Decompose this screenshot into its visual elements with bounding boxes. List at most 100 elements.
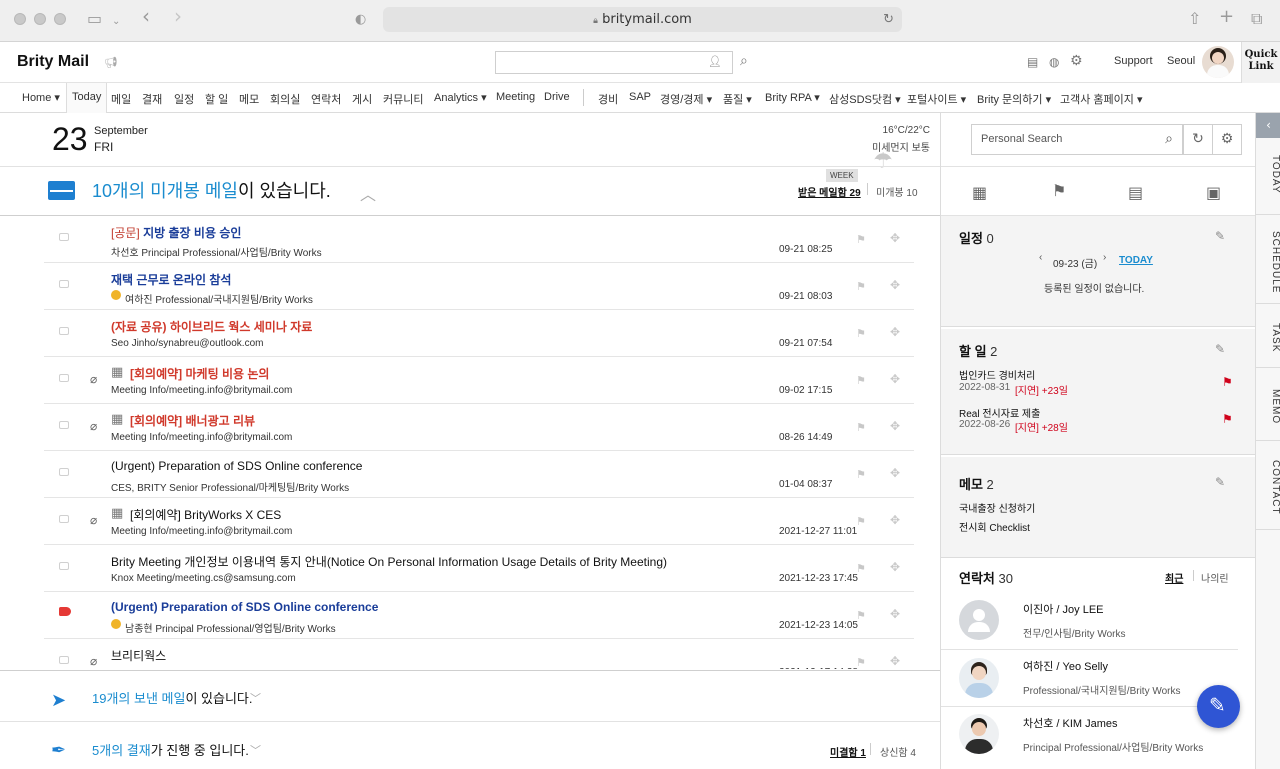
- mail-row[interactable]: ⌀ ▦ [회의예약] 마케팅 비용 논의 Meeting Info/meeting.i…: [44, 357, 914, 404]
- flag-icon[interactable]: ⚑: [1222, 412, 1233, 426]
- nav-economy[interactable]: 경영/경제 ▾: [660, 91, 712, 107]
- share-icon[interactable]: ⇧: [1188, 11, 1201, 27]
- mail-subject[interactable]: 브리티웍스: [111, 647, 166, 664]
- contact-avatar[interactable]: [959, 658, 999, 698]
- shield-icon[interactable]: ◐: [355, 12, 366, 28]
- contact-avatar[interactable]: [959, 600, 999, 640]
- contact-name[interactable]: 차선호 / KIM James: [1023, 715, 1118, 731]
- nav-approval[interactable]: 결재: [142, 91, 162, 107]
- contacts-recent-tab[interactable]: 최근: [1165, 570, 1183, 585]
- pin-icon[interactable]: ✥: [890, 560, 900, 574]
- calendar-icon[interactable]: ▦: [972, 183, 987, 202]
- today-link[interactable]: TODAY: [1119, 255, 1153, 266]
- side-tab-today[interactable]: TODAY: [1256, 155, 1280, 194]
- layout-icon[interactable]: ▤: [1027, 55, 1038, 69]
- flag-icon[interactable]: ⚑: [856, 609, 866, 622]
- mail-row[interactable]: Brity Meeting 개인정보 이용내역 통지 안내(Notice On …: [44, 545, 914, 592]
- address-book-icon[interactable]: ▣: [1206, 183, 1221, 202]
- mail-subject[interactable]: Brity Meeting 개인정보 이용내역 통지 안내(Notice On …: [111, 553, 667, 570]
- zoom-window-button[interactable]: [54, 13, 66, 25]
- mail-sender[interactable]: CES, BRITY Senior Professional/마케팅팀/Brit…: [111, 479, 349, 494]
- side-tab-memo[interactable]: MEMO: [1256, 389, 1280, 424]
- mail-sender[interactable]: Meeting Info/meeting.info@britymail.com: [111, 432, 292, 443]
- sidebar-toggle-icon[interactable]: ▭: [87, 11, 102, 27]
- new-tab-icon[interactable]: +: [1219, 8, 1234, 26]
- megaphone-icon[interactable]: 📢︎: [104, 56, 118, 69]
- mail-checkbox[interactable]: [59, 421, 69, 429]
- mail-subject[interactable]: [회의예약] BrityWorks X CES: [130, 506, 281, 523]
- expand-chevron-icon[interactable]: ﹀: [250, 742, 261, 758]
- nav-analytics[interactable]: Analytics ▾: [434, 91, 487, 104]
- address-bar[interactable]: 🔒︎ britymail.com ↻: [383, 7, 902, 32]
- globe-icon[interactable]: ◍: [1049, 55, 1059, 69]
- mail-row[interactable]: (Urgent) Preparation of SDS Online confe…: [44, 451, 914, 498]
- collapse-chevron-icon[interactable]: ︿: [360, 181, 376, 205]
- mail-row[interactable]: 재택 근무로 온라인 참석 여하진 Professional/국내지원팀/Brit…: [44, 263, 914, 310]
- gear-icon[interactable]: ⚙: [1070, 53, 1083, 69]
- nav-sap[interactable]: SAP: [629, 91, 651, 103]
- flag-icon[interactable]: ⚑: [856, 468, 866, 481]
- nav-today[interactable]: Today: [66, 83, 108, 113]
- close-window-button[interactable]: [14, 13, 26, 25]
- nav-home[interactable]: Home ▾: [22, 91, 60, 104]
- mail-row[interactable]: (자료 공유) 하이브리드 웍스 세미나 자료 Seo Jinho/synabre…: [44, 310, 914, 357]
- pin-icon[interactable]: ✥: [890, 278, 900, 292]
- pin-icon[interactable]: ✥: [890, 654, 900, 668]
- edit-icon[interactable]: ✎: [1215, 342, 1225, 356]
- mail-checkbox[interactable]: [59, 468, 69, 476]
- mail-subject[interactable]: [회의예약] 배너광고 리뷰: [130, 412, 255, 429]
- support-link[interactable]: Support: [1114, 55, 1153, 67]
- memo-icon[interactable]: ▤: [1128, 183, 1143, 202]
- flag-icon[interactable]: ⚑: [856, 280, 866, 293]
- mail-sender[interactable]: 차선호 Principal Professional/사업팀/Brity Wor…: [111, 244, 322, 259]
- mail-subject[interactable]: (Urgent) Preparation of SDS Online confe…: [111, 459, 362, 473]
- nav-meeting-room[interactable]: 회의실: [270, 91, 300, 107]
- personal-search-input[interactable]: Personal Search ⌕: [971, 124, 1183, 155]
- person-icon[interactable]: 👤︎: [708, 55, 722, 68]
- mail-row[interactable]: ⌀ ▦ [회의예약] 배너광고 리뷰 Meeting Info/meeting.inf…: [44, 404, 914, 451]
- contact-avatar[interactable]: [959, 714, 999, 754]
- search-icon[interactable]: ⌕: [740, 53, 748, 69]
- pin-icon[interactable]: ✥: [890, 372, 900, 386]
- pin-icon[interactable]: ✥: [890, 231, 900, 245]
- minimize-window-button[interactable]: [34, 13, 46, 25]
- nav-schedule[interactable]: 일정: [174, 91, 194, 107]
- contact-name[interactable]: 이진아 / Joy LEE: [1023, 601, 1104, 617]
- week-badge[interactable]: WEEK: [826, 169, 858, 182]
- mail-checkbox[interactable]: [59, 233, 69, 241]
- flag-icon[interactable]: ⚑: [1222, 375, 1233, 389]
- nav-portal[interactable]: 포털사이트 ▾: [907, 91, 966, 107]
- refresh-button[interactable]: ↻: [1183, 124, 1213, 155]
- flag-icon[interactable]: ⚑: [856, 374, 866, 387]
- nav-quality[interactable]: 품질 ▾: [723, 91, 752, 107]
- mail-row[interactable]: [공문] 지방 출장 비용 승인 차선호 Principal Profession…: [44, 216, 914, 263]
- nav-brity-rpa[interactable]: Brity RPA ▾: [765, 91, 820, 104]
- nav-brity-inquiry[interactable]: Brity 문의하기 ▾: [977, 91, 1051, 107]
- mail-subject[interactable]: [회의예약] 마케팅 비용 논의: [130, 365, 269, 382]
- mail-checkbox[interactable]: [59, 515, 69, 523]
- global-search-input[interactable]: 👤︎: [495, 51, 733, 74]
- mail-row[interactable]: ⌀ ▦ [회의예약] BrityWorks X CES Meeting Info/me…: [44, 498, 914, 545]
- mail-checkbox[interactable]: [59, 327, 69, 335]
- mail-sender[interactable]: Meeting Info/meeting.info@britymail.com: [111, 526, 292, 537]
- collapse-panel-icon[interactable]: ‹: [1256, 113, 1280, 138]
- nav-samsung-sds[interactable]: 삼성SDS닷컴 ▾: [829, 91, 901, 107]
- nav-memo[interactable]: 메모: [239, 91, 259, 107]
- submitted-approval-link[interactable]: 상신함 4: [880, 744, 916, 759]
- settings-button[interactable]: ⚙: [1212, 124, 1242, 155]
- nav-expense[interactable]: 경비: [598, 91, 618, 107]
- back-icon[interactable]: ‹: [142, 6, 150, 26]
- edit-icon[interactable]: ✎: [1215, 229, 1225, 243]
- edit-icon[interactable]: ✎: [1215, 475, 1225, 489]
- pin-icon[interactable]: ✥: [890, 513, 900, 527]
- tag-icon[interactable]: [59, 607, 71, 616]
- mail-sender[interactable]: Knox Meeting/meeting.cs@samsung.com: [111, 573, 296, 584]
- mail-checkbox[interactable]: [59, 374, 69, 382]
- todo-item-name[interactable]: 법인카드 경비처리: [959, 367, 1035, 382]
- user-avatar[interactable]: [1202, 46, 1234, 78]
- contacts-mine-tab[interactable]: 나의린: [1201, 570, 1229, 585]
- mail-sender[interactable]: Meeting Info/meeting.info@britymail.com: [111, 385, 292, 396]
- mail-subject[interactable]: (자료 공유) 하이브리드 웍스 세미나 자료: [111, 318, 312, 335]
- received-mailbox-link[interactable]: 받은 메일함 29: [798, 184, 861, 199]
- mail-checkbox[interactable]: [59, 280, 69, 288]
